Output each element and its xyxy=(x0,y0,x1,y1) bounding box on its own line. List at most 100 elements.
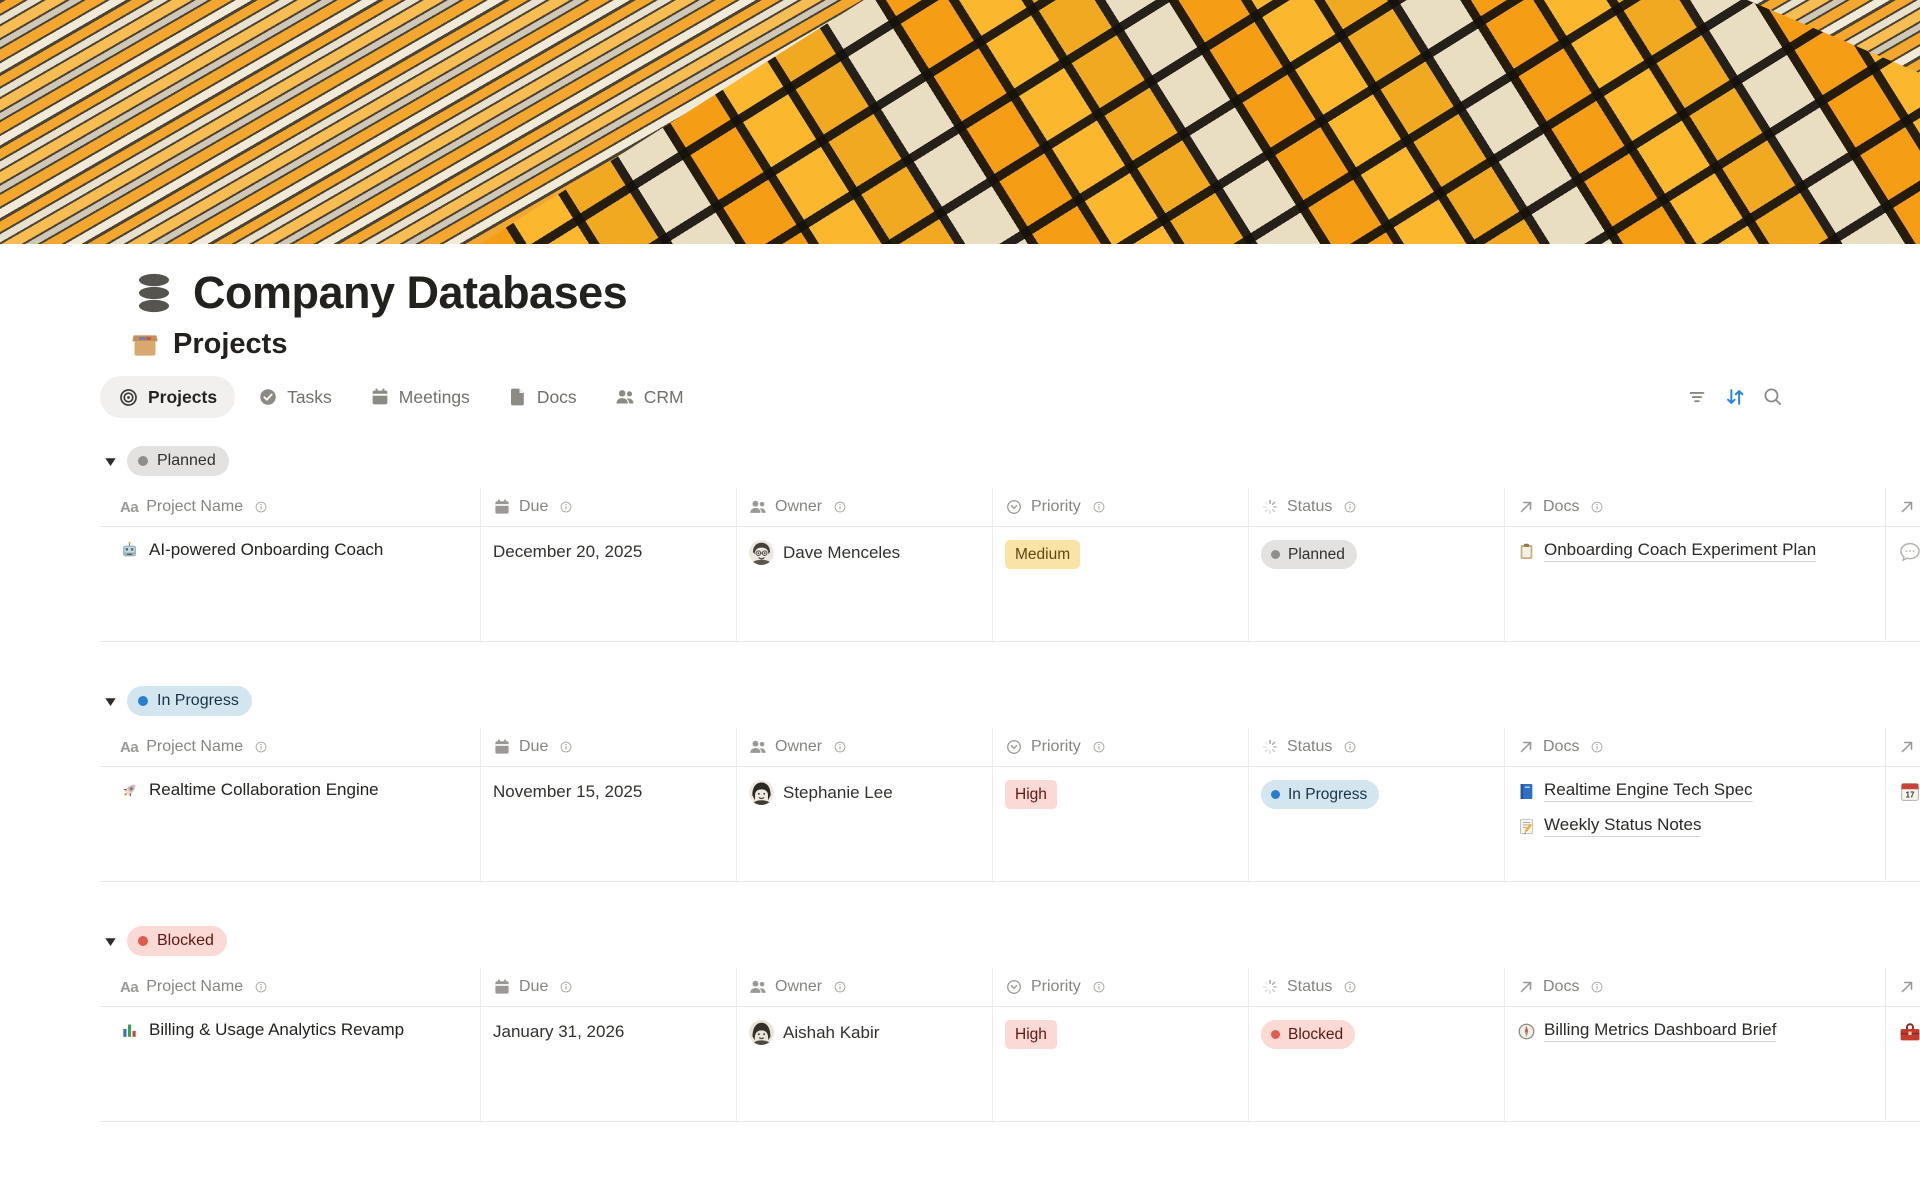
collapse-triangle-icon[interactable] xyxy=(104,695,117,708)
select-circle-icon xyxy=(1005,498,1023,516)
status-tag[interactable]: In Progress xyxy=(1261,780,1379,809)
column-header-docs[interactable]: Docs xyxy=(1504,728,1885,766)
column-header-owner[interactable]: Owner xyxy=(736,488,992,526)
column-header-status[interactable]: Status xyxy=(1248,968,1504,1006)
owner-cell[interactable]: Stephanie Lee xyxy=(749,780,893,805)
tab-docs[interactable]: Docs xyxy=(493,376,592,418)
table-header-in-progress: Aa Project Name Due Owner Priority Statu… xyxy=(100,728,1920,767)
column-header-relation[interactable] xyxy=(1885,728,1920,766)
owner-cell[interactable]: Dave Menceles xyxy=(749,540,900,565)
status-tag[interactable]: Planned xyxy=(1261,540,1357,569)
owner-cell[interactable]: Aishah Kabir xyxy=(749,1020,879,1045)
column-header-owner[interactable]: Owner xyxy=(736,728,992,766)
collapse-triangle-icon[interactable] xyxy=(104,935,117,948)
info-icon[interactable] xyxy=(1589,499,1605,515)
group-pill-blocked[interactable]: Blocked xyxy=(127,926,227,956)
due-date-cell[interactable]: January 31, 2026 xyxy=(493,1020,624,1042)
column-header-relation[interactable] xyxy=(1885,968,1920,1006)
collapse-triangle-icon[interactable] xyxy=(104,455,117,468)
status-dot xyxy=(1271,790,1280,799)
info-icon[interactable] xyxy=(1091,739,1107,755)
info-icon[interactable] xyxy=(1342,739,1358,755)
avatar xyxy=(749,540,774,565)
compass-icon xyxy=(1517,1022,1536,1041)
card-file-box-icon xyxy=(131,330,159,358)
column-header-status[interactable]: Status xyxy=(1248,488,1504,526)
info-icon[interactable] xyxy=(558,979,574,995)
comment-bubble-icon[interactable] xyxy=(1898,540,1920,564)
docs-cell: Billing Metrics Dashboard Brief xyxy=(1517,1020,1776,1042)
info-icon[interactable] xyxy=(832,499,848,515)
column-header-owner[interactable]: Owner xyxy=(736,968,992,1006)
rocket-icon xyxy=(120,781,139,800)
column-header-project-name[interactable]: Aa Project Name xyxy=(100,968,480,1006)
info-icon[interactable] xyxy=(1589,739,1605,755)
column-header-project-name[interactable]: Aa Project Name xyxy=(100,728,480,766)
spinner-icon xyxy=(1261,498,1279,516)
tab-tasks[interactable]: Tasks xyxy=(243,376,347,418)
info-icon[interactable] xyxy=(558,499,574,515)
group-header-blocked[interactable]: Blocked xyxy=(100,926,1920,956)
tab-meetings[interactable]: Meetings xyxy=(355,376,485,418)
column-header-due[interactable]: Due xyxy=(480,728,736,766)
page-title[interactable]: Company Databases xyxy=(193,267,627,319)
column-header-priority[interactable]: Priority xyxy=(992,488,1248,526)
status-tag[interactable]: Blocked xyxy=(1261,1020,1355,1049)
tab-projects[interactable]: Projects xyxy=(100,376,235,418)
priority-tag[interactable]: High xyxy=(1005,780,1057,809)
calendar-icon xyxy=(493,498,511,516)
people-icon xyxy=(749,498,767,516)
column-header-docs[interactable]: Docs xyxy=(1504,488,1885,526)
info-icon[interactable] xyxy=(253,979,269,995)
arrow-up-right-icon xyxy=(1898,738,1916,756)
info-icon[interactable] xyxy=(253,499,269,515)
column-header-project-name[interactable]: Aa Project Name xyxy=(100,488,480,526)
doc-link[interactable]: Billing Metrics Dashboard Brief xyxy=(1517,1020,1776,1042)
people-icon xyxy=(749,738,767,756)
tab-crm[interactable]: CRM xyxy=(600,376,699,418)
sort-icon[interactable] xyxy=(1724,386,1746,408)
arrow-up-right-icon xyxy=(1517,978,1535,996)
info-icon[interactable] xyxy=(832,979,848,995)
priority-tag[interactable]: High xyxy=(1005,1020,1057,1049)
group-header-in-progress[interactable]: In Progress xyxy=(100,686,1920,716)
column-header-due[interactable]: Due xyxy=(480,968,736,1006)
group-pill-planned[interactable]: Planned xyxy=(127,446,229,476)
column-header-priority[interactable]: Priority xyxy=(992,728,1248,766)
column-header-docs[interactable]: Docs xyxy=(1504,968,1885,1006)
database-icon xyxy=(133,272,175,314)
toolbox-icon[interactable] xyxy=(1898,1020,1920,1044)
group-pill-in-progress[interactable]: In Progress xyxy=(127,686,252,716)
view-title[interactable]: Projects xyxy=(173,328,287,361)
due-date-cell[interactable]: December 20, 2025 xyxy=(493,540,642,562)
search-icon[interactable] xyxy=(1762,386,1784,408)
project-name-cell[interactable]: AI-powered Onboarding Coach xyxy=(120,540,383,560)
info-icon[interactable] xyxy=(1091,499,1107,515)
info-icon[interactable] xyxy=(253,739,269,755)
check-circle-icon xyxy=(258,387,278,407)
info-icon[interactable] xyxy=(832,739,848,755)
project-name-cell[interactable]: Billing & Usage Analytics Revamp xyxy=(120,1020,404,1040)
clipboard-icon xyxy=(1517,542,1536,561)
column-header-relation[interactable] xyxy=(1885,488,1920,526)
table-header-planned: Aa Project Name Due Owner Priority Statu… xyxy=(100,488,1920,527)
column-header-priority[interactable]: Priority xyxy=(992,968,1248,1006)
column-header-status[interactable]: Status xyxy=(1248,728,1504,766)
info-icon[interactable] xyxy=(1091,979,1107,995)
calendar-page-icon[interactable]: 17 xyxy=(1898,780,1920,804)
due-date-cell[interactable]: November 15, 2025 xyxy=(493,780,642,802)
info-icon[interactable] xyxy=(1342,499,1358,515)
priority-tag[interactable]: Medium xyxy=(1005,540,1080,569)
info-icon[interactable] xyxy=(1589,979,1605,995)
view-tabs-bar: Projects Tasks Meetings Docs CRM xyxy=(100,376,1920,418)
project-name-cell[interactable]: Realtime Collaboration Engine xyxy=(120,780,379,800)
filter-icon[interactable] xyxy=(1686,386,1708,408)
info-icon[interactable] xyxy=(1342,979,1358,995)
spinner-icon xyxy=(1261,978,1279,996)
doc-link[interactable]: Onboarding Coach Experiment Plan xyxy=(1517,540,1816,562)
info-icon[interactable] xyxy=(558,739,574,755)
doc-link[interactable]: Weekly Status Notes xyxy=(1517,815,1753,837)
doc-link[interactable]: Realtime Engine Tech Spec xyxy=(1517,780,1753,802)
column-header-due[interactable]: Due xyxy=(480,488,736,526)
group-header-planned[interactable]: Planned xyxy=(100,446,1920,476)
